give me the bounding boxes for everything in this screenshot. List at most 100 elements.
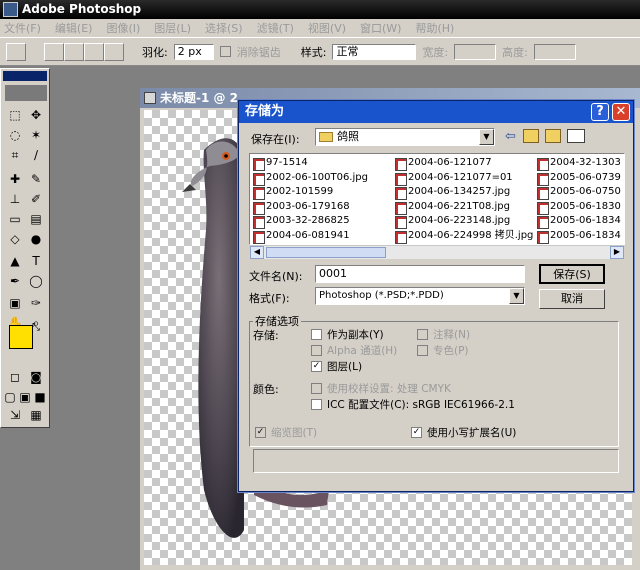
filename-input[interactable]: 0001 bbox=[315, 265, 525, 283]
list-item[interactable]: 2005-06-0750 bbox=[536, 185, 621, 200]
new-selection-icon[interactable] bbox=[44, 42, 64, 61]
healing-brush-icon[interactable]: ✚ bbox=[5, 169, 25, 189]
annotations-checkbox[interactable] bbox=[417, 329, 428, 340]
list-item[interactable]: 2004-32-1303 bbox=[536, 156, 621, 171]
back-icon[interactable]: ⇦ bbox=[505, 129, 516, 144]
blur-tool-icon[interactable]: ◇ bbox=[5, 229, 25, 249]
list-item[interactable]: 2004-06-121077=01 bbox=[394, 171, 533, 186]
list-item[interactable]: 2005-06-1834 bbox=[536, 229, 621, 244]
feather-input[interactable]: 2 px bbox=[173, 43, 214, 60]
crop-tool-icon[interactable]: ⌗ bbox=[5, 145, 25, 165]
stamp-tool-icon[interactable]: ⊥ bbox=[5, 189, 25, 209]
cancel-button[interactable]: 取消 bbox=[539, 289, 605, 309]
scroll-right-icon[interactable]: ▶ bbox=[610, 246, 624, 259]
list-item[interactable]: 2004-06-224998 拷贝.jpg bbox=[394, 229, 533, 244]
save-button[interactable]: 保存(S) bbox=[539, 264, 605, 284]
alpha-channels-checkbox[interactable] bbox=[311, 345, 322, 356]
path-select-icon[interactable]: ▲ bbox=[5, 251, 25, 271]
lowercase-ext-checkbox[interactable]: ✓ bbox=[411, 427, 422, 438]
add-selection-icon[interactable] bbox=[64, 42, 84, 61]
file-list[interactable]: 97-1514 2002-06-100T06.jpg 2002-101599 2… bbox=[249, 153, 625, 245]
slice-tool-icon[interactable]: ∕ bbox=[26, 145, 46, 165]
notes-tool-icon[interactable]: ▣ bbox=[5, 293, 25, 313]
menu-image[interactable]: 图像(I) bbox=[106, 20, 140, 36]
list-item[interactable]: 2003-06-179168 bbox=[252, 200, 368, 215]
chevron-down-icon[interactable]: ▼ bbox=[479, 129, 494, 145]
menu-select[interactable]: 选择(S) bbox=[205, 20, 243, 36]
annotations-label: 注释(N) bbox=[433, 329, 471, 341]
pen-tool-icon[interactable]: ✒ bbox=[5, 271, 25, 291]
list-item[interactable]: 2005-06-1830 bbox=[536, 200, 621, 215]
close-button[interactable]: ✕ bbox=[612, 103, 630, 121]
eyedropper-tool-icon[interactable]: ✑ bbox=[26, 293, 46, 313]
list-item[interactable]: 2004-06-081941 bbox=[252, 229, 368, 244]
scroll-left-icon[interactable]: ◀ bbox=[250, 246, 264, 259]
jump-to-imageready-icon[interactable]: ⇲ bbox=[5, 405, 25, 425]
list-item[interactable]: 2005-06-1834 bbox=[536, 214, 621, 229]
standard-mode-icon[interactable]: ◻ bbox=[5, 367, 25, 387]
list-item[interactable]: 2002-101599 bbox=[252, 185, 368, 200]
help-button[interactable]: ? bbox=[591, 103, 609, 121]
menu-view[interactable]: 视图(V) bbox=[308, 20, 346, 36]
menu-layer[interactable]: 图层(L) bbox=[154, 20, 191, 36]
alpha-channels-label: Alpha 通道(H) bbox=[327, 345, 398, 357]
lasso-tool-icon[interactable]: ◌ bbox=[5, 125, 25, 145]
scroll-thumb[interactable] bbox=[266, 247, 386, 258]
move-tool-icon[interactable]: ✥ bbox=[26, 105, 46, 125]
eraser-tool-icon[interactable]: ▭ bbox=[5, 209, 25, 229]
save-in-select[interactable]: 鸽照 ▼ bbox=[315, 128, 495, 146]
list-item[interactable]: 2002-06-100T06.jpg bbox=[252, 171, 368, 186]
imageready-icon[interactable]: ▦ bbox=[26, 405, 46, 425]
spot-colors-checkbox[interactable] bbox=[417, 345, 428, 356]
list-item[interactable]: 2005-06-0739 bbox=[536, 171, 621, 186]
magic-wand-icon[interactable]: ✶ bbox=[26, 125, 46, 145]
menu-filter[interactable]: 滤镜(T) bbox=[257, 20, 294, 36]
layers-checkbox[interactable]: ✓ bbox=[311, 361, 322, 372]
list-item[interactable]: 97-1514 bbox=[252, 156, 368, 171]
icc-profile-checkbox[interactable] bbox=[311, 399, 322, 410]
gradient-tool-icon[interactable]: ▤ bbox=[26, 209, 46, 229]
intersect-selection-icon[interactable] bbox=[104, 42, 124, 61]
menu-file[interactable]: 文件(F) bbox=[4, 20, 41, 36]
list-item[interactable]: 2003-32-286825 bbox=[252, 214, 368, 229]
thumbnail-checkbox[interactable]: ✓ bbox=[255, 427, 266, 438]
subtract-selection-icon[interactable] bbox=[84, 42, 104, 61]
format-value: Photoshop (*.PSD;*.PDD) bbox=[319, 290, 444, 301]
quickmask-mode-icon[interactable]: ◙ bbox=[26, 367, 46, 387]
menu-window[interactable]: 窗口(W) bbox=[360, 20, 401, 36]
shape-tool-icon[interactable]: ◯ bbox=[26, 271, 46, 291]
menu-edit[interactable]: 编辑(E) bbox=[55, 20, 93, 36]
type-tool-icon[interactable]: T bbox=[26, 251, 46, 271]
dodge-tool-icon[interactable]: ● bbox=[26, 229, 46, 249]
style-select[interactable]: 正常 bbox=[332, 43, 417, 60]
brush-tool-icon[interactable]: ✎ bbox=[26, 169, 46, 189]
list-item[interactable]: 2004-06-134257.jpg bbox=[394, 185, 533, 200]
list-item[interactable]: 2004-06-223148.jpg bbox=[394, 214, 533, 229]
chevron-down-icon[interactable]: ▼ bbox=[509, 288, 524, 304]
history-brush-icon[interactable]: ✐ bbox=[26, 189, 46, 209]
menu-help[interactable]: 帮助(H) bbox=[415, 20, 454, 36]
eye-logo-icon[interactable] bbox=[5, 85, 47, 101]
view-menu-icon[interactable] bbox=[567, 129, 585, 143]
swap-colors-icon[interactable]: ⤡ bbox=[29, 321, 43, 335]
marquee-tool-icon[interactable]: ⬚ bbox=[5, 105, 25, 125]
width-input[interactable] bbox=[454, 43, 497, 60]
marquee-tool-preset-icon[interactable] bbox=[6, 42, 26, 61]
up-folder-icon[interactable] bbox=[523, 129, 539, 143]
screen-mode-standard-icon[interactable]: ▢ bbox=[3, 387, 17, 407]
screen-mode-full-icon[interactable]: ■ bbox=[33, 387, 47, 407]
use-proof-checkbox[interactable] bbox=[311, 383, 322, 394]
list-item[interactable]: 2004-06-121077 bbox=[394, 156, 533, 171]
screen-mode-menu-icon[interactable]: ▣ bbox=[18, 387, 32, 407]
format-select[interactable]: Photoshop (*.PSD;*.PDD) ▼ bbox=[315, 287, 525, 305]
dialog-title: 存储为 bbox=[245, 104, 285, 119]
save-label: 存储: bbox=[253, 329, 279, 342]
height-input[interactable] bbox=[533, 43, 576, 60]
toolbox-header[interactable] bbox=[3, 71, 47, 81]
file-list-horizontal-scrollbar[interactable]: ◀ ▶ bbox=[250, 245, 624, 259]
list-item[interactable]: 2004-06-221T08.jpg bbox=[394, 200, 533, 215]
antialias-checkbox[interactable] bbox=[219, 46, 231, 57]
new-folder-icon[interactable] bbox=[545, 129, 561, 143]
menu-bar: 文件(F) 编辑(E) 图像(I) 图层(L) 选择(S) 滤镜(T) 视图(V… bbox=[0, 19, 640, 38]
as-copy-checkbox[interactable] bbox=[311, 329, 322, 340]
